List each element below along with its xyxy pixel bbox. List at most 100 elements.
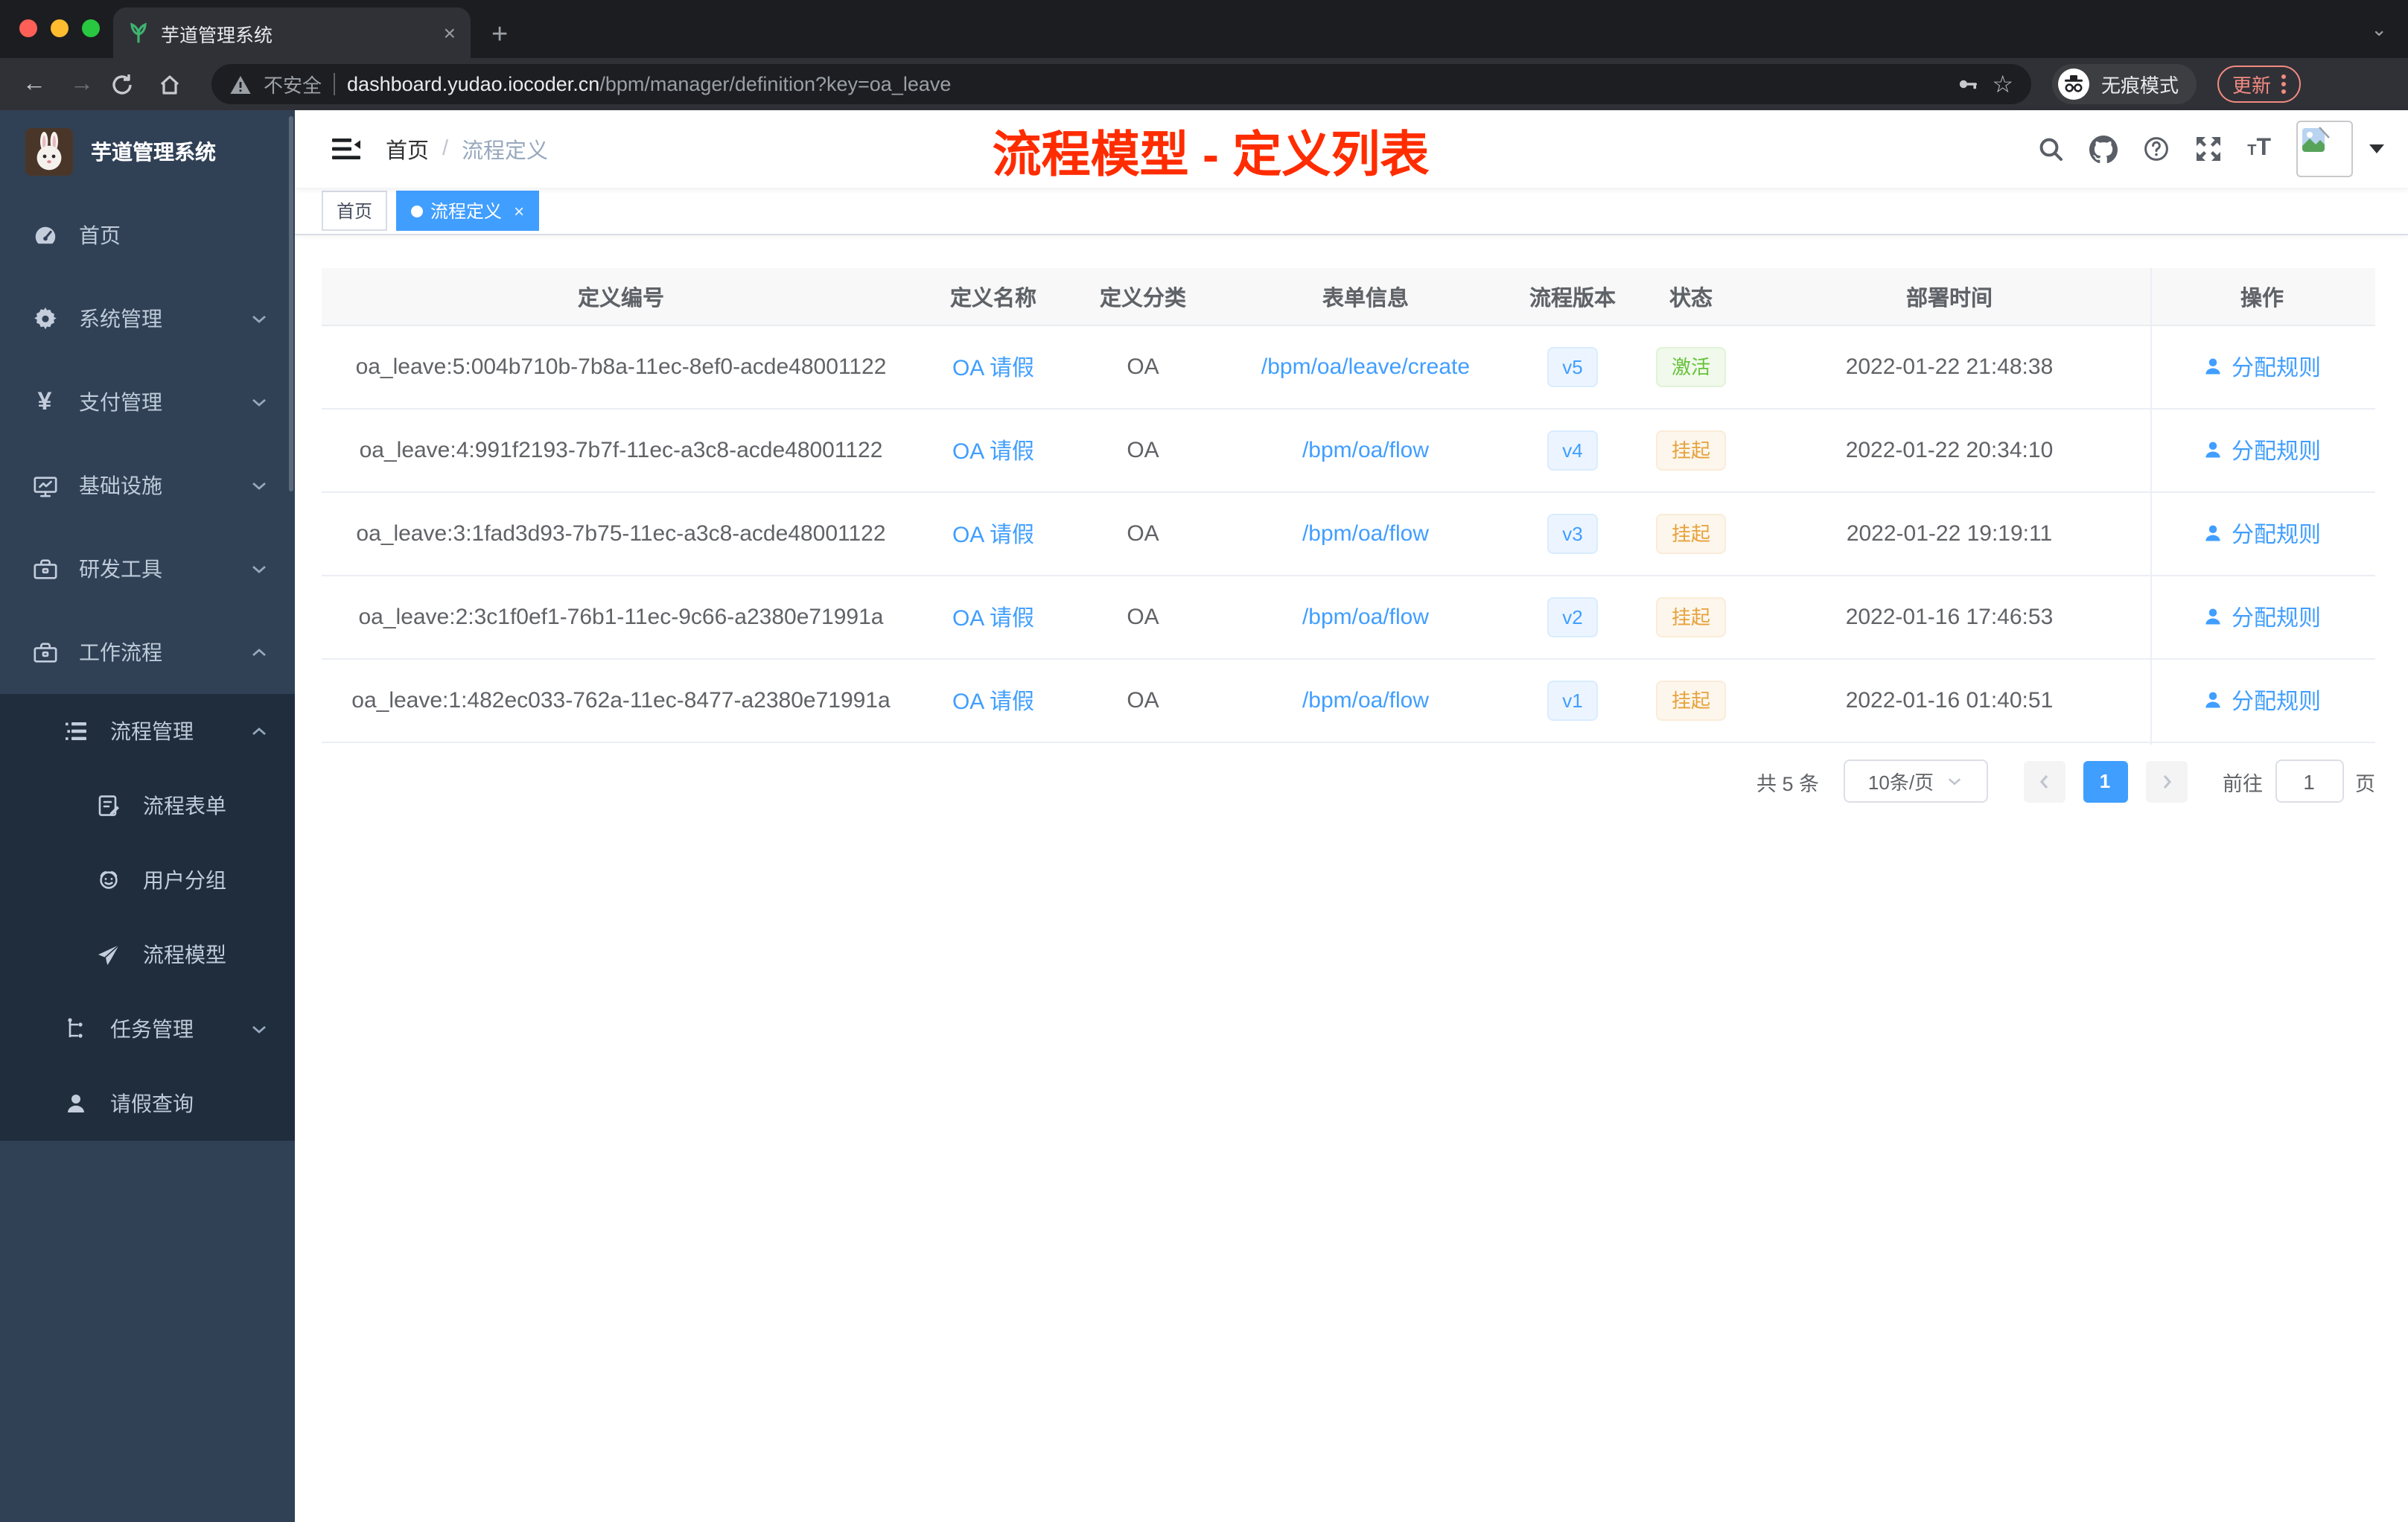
security-label[interactable]: 不安全 <box>264 70 322 98</box>
sidebar: 芋道管理系统 首页 系统管理 ¥ 支付管理 基础设施 研发工具 工作流程 流程管… <box>0 110 295 1522</box>
form-link[interactable]: /bpm/oa/flow <box>1302 521 1429 547</box>
page-size-select[interactable]: 10条/页 <box>1843 760 1987 803</box>
definition-category: OA <box>1127 438 1159 463</box>
column-header: 部署时间 <box>1906 287 1993 311</box>
fixed-column-divider <box>2150 268 2152 745</box>
sidebar-logo-row[interactable]: 芋道管理系统 <box>0 110 295 194</box>
help-icon[interactable] <box>2143 136 2170 162</box>
sidebar-item-payment[interactable]: ¥ 支付管理 <box>0 360 295 444</box>
security-warning-icon[interactable] <box>229 74 252 95</box>
browser-update-button[interactable]: 更新 <box>2217 66 2302 103</box>
sidebar-item-devtools[interactable]: 研发工具 <box>0 527 295 611</box>
sidebar-item-label: 基础设施 <box>79 474 162 497</box>
form-link[interactable]: /bpm/oa/leave/create <box>1261 354 1470 380</box>
url-text[interactable]: dashboard.yudao.iocoder.cn/bpm/manager/d… <box>347 73 1943 95</box>
sidebar-item-label: 任务管理 <box>110 1017 194 1041</box>
assign-rule-button[interactable]: 分配规则 <box>2203 602 2321 633</box>
sidebar-item-user-group[interactable]: 用户分组 <box>0 843 295 917</box>
sidebar-item-process-form[interactable]: 流程表单 <box>0 768 295 843</box>
sidebar-item-workflow[interactable]: 工作流程 <box>0 611 295 694</box>
plane-icon <box>95 943 122 967</box>
sidebar-item-label: 用户分组 <box>143 868 226 892</box>
fullscreen-icon[interactable] <box>2195 136 2222 162</box>
user-icon <box>2206 442 2221 458</box>
chevron-down-icon <box>250 310 268 328</box>
minimize-window-button[interactable] <box>51 19 69 37</box>
pagination-total: 共 5 条 <box>1756 772 1819 795</box>
tree-icon <box>63 1017 89 1041</box>
search-icon[interactable] <box>2037 136 2064 162</box>
github-icon[interactable] <box>2089 135 2118 163</box>
sidebar-item-label: 流程管理 <box>110 719 194 743</box>
column-header: 表单信息 <box>1322 287 1409 311</box>
face-icon <box>95 868 122 892</box>
page-number-button[interactable]: 1 <box>2083 760 2127 802</box>
definition-name-link[interactable]: OA 请假 <box>952 606 1034 631</box>
browser-tab[interactable]: 芋道管理系统 × <box>113 7 471 58</box>
back-button[interactable]: ← <box>15 71 54 98</box>
assign-rule-button[interactable]: 分配规则 <box>2203 351 2321 383</box>
assign-rule-button[interactable]: 分配规则 <box>2203 685 2321 716</box>
assign-rule-button[interactable]: 分配规则 <box>2203 435 2321 466</box>
window-controls[interactable] <box>19 19 100 37</box>
annotation-title: 流程模型 - 定义列表 <box>992 127 1430 182</box>
font-size-icon[interactable]: TT <box>2247 136 2271 162</box>
avatar-caret-icon[interactable] <box>2369 144 2384 153</box>
form-link[interactable]: /bpm/oa/flow <box>1302 438 1429 463</box>
tab-search-icon[interactable]: ⌄ <box>2371 18 2387 42</box>
sidebar-item-process-model[interactable]: 流程模型 <box>0 917 295 992</box>
definition-name-link[interactable]: OA 请假 <box>952 523 1034 548</box>
assign-rule-button[interactable]: 分配规则 <box>2203 518 2321 550</box>
password-key-icon[interactable] <box>1955 71 1980 97</box>
tag-close-icon[interactable]: × <box>514 200 524 221</box>
status-badge: 挂起 <box>1656 430 1725 471</box>
breadcrumb-home-link[interactable]: 首页 <box>386 133 429 165</box>
sidebar-toggle-icon[interactable] <box>332 137 360 161</box>
sidebar-item-process-mgmt[interactable]: 流程管理 <box>0 694 295 768</box>
forward-button[interactable]: → <box>63 71 101 98</box>
sidebar-item-system[interactable]: 系统管理 <box>0 277 295 360</box>
definition-id: oa_leave:2:3c1f0ef1-76b1-11ec-9c66-a2380… <box>358 605 884 630</box>
bookmark-star-icon[interactable]: ☆ <box>1992 69 2013 99</box>
version-badge: v3 <box>1547 514 1598 554</box>
next-page-button[interactable] <box>2145 760 2187 802</box>
sidebar-item-infra[interactable]: 基础设施 <box>0 444 295 527</box>
home-button[interactable] <box>158 72 197 96</box>
sidebar-item-task-mgmt[interactable]: 任务管理 <box>0 992 295 1066</box>
sidebar-item-label: 首页 <box>79 223 121 247</box>
goto-page-input[interactable] <box>2275 760 2343 803</box>
form-link[interactable]: /bpm/oa/flow <box>1302 688 1429 713</box>
toolbox-icon <box>31 556 58 582</box>
reload-button[interactable] <box>110 72 149 96</box>
sidebar-item-leave-query[interactable]: 请假查询 <box>0 1066 295 1141</box>
tag-process-definition[interactable]: 流程定义 × <box>396 191 540 231</box>
definition-id: oa_leave:1:482ec033-762a-11ec-8477-a2380… <box>351 688 891 713</box>
form-link[interactable]: /bpm/oa/flow <box>1302 605 1429 630</box>
tag-home[interactable]: 首页 <box>322 191 388 231</box>
new-tab-button[interactable]: + <box>491 21 508 49</box>
definition-name-link[interactable]: OA 请假 <box>952 356 1034 381</box>
url-bar[interactable]: 不安全 dashboard.yudao.iocoder.cn/bpm/manag… <box>211 64 2031 104</box>
sidebar-item-home[interactable]: 首页 <box>0 194 295 277</box>
incognito-label: 无痕模式 <box>2101 74 2179 97</box>
close-window-button[interactable] <box>19 19 37 37</box>
person-icon <box>63 1092 89 1115</box>
prev-page-button[interactable] <box>2023 760 2065 802</box>
browser-menu-kebab-icon[interactable] <box>2281 74 2287 94</box>
page-unit-label: 页 <box>2355 772 2375 795</box>
incognito-badge: 无痕模式 <box>2052 64 2197 104</box>
table-row: oa_leave:2:3c1f0ef1-76b1-11ec-9c66-a2380… <box>322 576 2375 660</box>
chevron-down-icon <box>250 393 268 411</box>
sidebar-scrollbar[interactable] <box>289 116 293 491</box>
maximize-window-button[interactable] <box>82 19 100 37</box>
avatar[interactable] <box>2296 121 2353 177</box>
column-header: 定义名称 <box>950 287 1036 311</box>
tab-close-icon[interactable]: × <box>444 22 456 43</box>
table-row: oa_leave:3:1fad3d93-7b75-11ec-a3c8-acde4… <box>322 493 2375 576</box>
definition-category: OA <box>1127 521 1159 547</box>
chevron-down-icon <box>1946 773 1962 789</box>
column-header: 操作 <box>2240 287 2284 311</box>
deploy-time: 2022-01-22 21:48:38 <box>1845 354 2054 380</box>
definition-name-link[interactable]: OA 请假 <box>952 690 1034 715</box>
definition-name-link[interactable]: OA 请假 <box>952 439 1034 465</box>
